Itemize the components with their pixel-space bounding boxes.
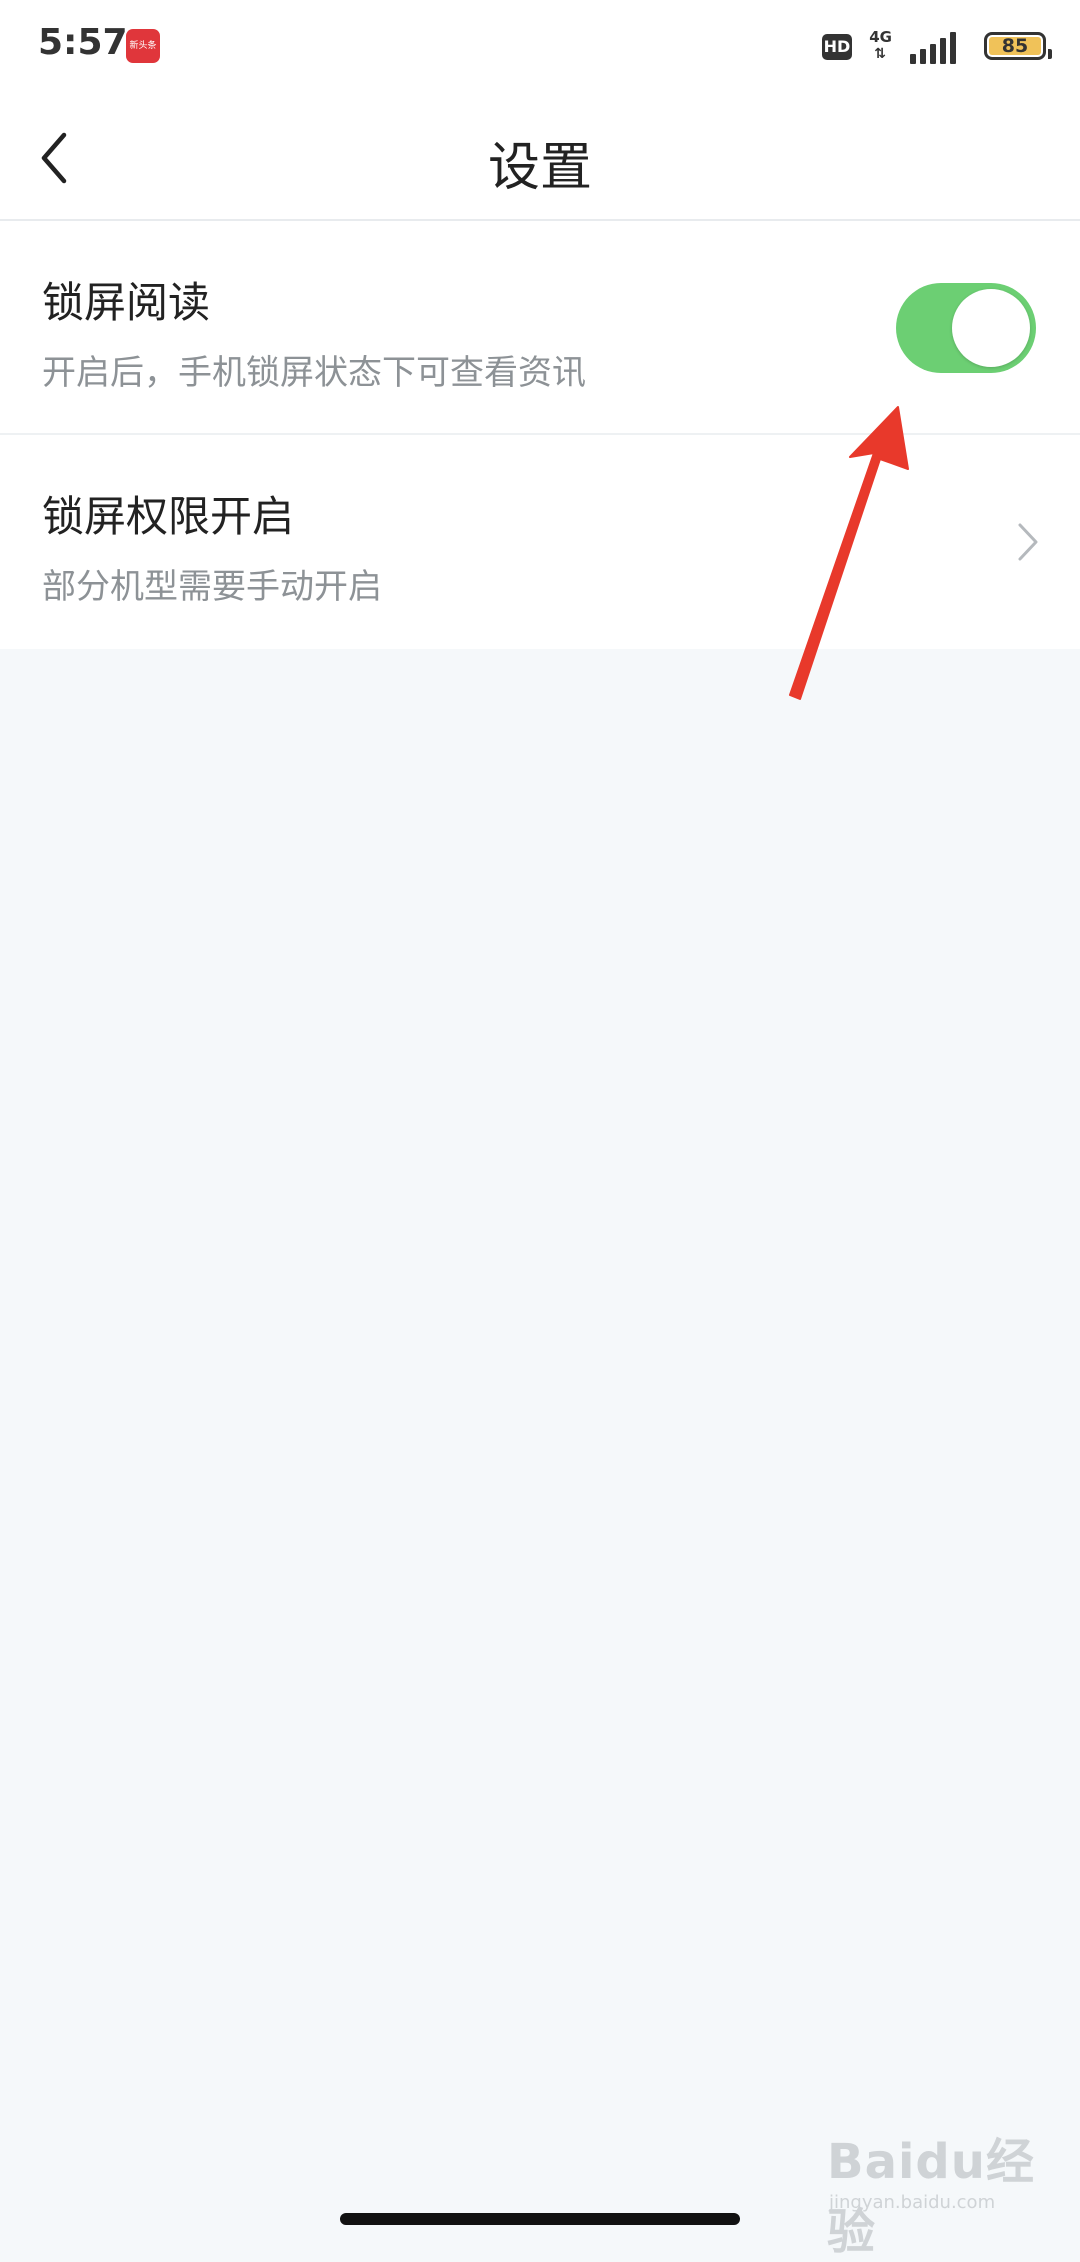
lockscreen-reading-toggle[interactable] <box>896 283 1036 373</box>
hd-icon: HD <box>822 34 852 60</box>
battery-icon: 85 <box>984 32 1052 60</box>
network-type-label: 4G <box>869 28 892 46</box>
setting-description: 开启后，手机锁屏状态下可查看资讯 <box>42 353 586 393</box>
battery-level: 85 <box>989 37 1041 56</box>
toggle-knob <box>952 289 1030 367</box>
page-title: 设置 <box>487 138 592 198</box>
app-notification-icon: 新头条 <box>126 29 160 63</box>
nav-bar: 设置 <box>0 95 1080 221</box>
status-bar: 5:57 新头条 HD 4G ⇅ 85 <box>0 0 1080 95</box>
watermark-url: jingyan.baidu.com <box>829 2192 996 2213</box>
signal-bars-icon <box>894 30 982 64</box>
chevron-right-icon <box>1018 523 1038 561</box>
status-time: 5:57 <box>38 22 128 63</box>
baidu-watermark: Baidu经验 jingyan.baidu.com <box>825 2112 1065 2260</box>
home-indicator[interactable] <box>340 2213 740 2225</box>
network-activity-icon: ⇅ <box>874 46 886 62</box>
setting-title: 锁屏阅读 <box>42 278 211 327</box>
setting-title: 锁屏权限开启 <box>42 492 295 541</box>
red-arrow-icon <box>789 406 909 700</box>
setting-description: 部分机型需要手动开启 <box>42 567 382 607</box>
status-indicators: HD 4G ⇅ 85 <box>810 28 1052 68</box>
